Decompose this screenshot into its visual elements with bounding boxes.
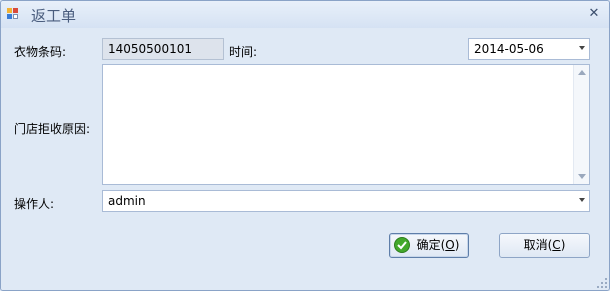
scroll-up-icon[interactable] [578, 70, 586, 75]
chevron-down-icon[interactable] [579, 198, 585, 202]
cancel-button-label: 取消(C) [523, 238, 566, 252]
operator-value: admin [108, 194, 146, 208]
form-area: 衣物条码: 14050500101 时间: 2014-05-06 门店拒收原因:… [1, 28, 609, 290]
close-button[interactable]: ✕ [585, 6, 603, 22]
time-label: 时间: [229, 45, 258, 59]
reason-textarea[interactable] [102, 64, 590, 185]
title-bar[interactable]: 返工单 ✕ [1, 1, 609, 28]
check-icon [394, 237, 410, 253]
ok-button[interactable]: 确定(O) [389, 233, 469, 258]
window-title: 返工单 [31, 7, 77, 25]
reason-scrollbar[interactable] [573, 65, 589, 184]
cancel-button[interactable]: 取消(C) [499, 233, 590, 258]
close-icon: ✕ [588, 6, 600, 21]
operator-dropdown[interactable]: admin [102, 190, 590, 212]
barcode-label: 衣物条码: [14, 45, 67, 59]
chevron-down-icon[interactable] [579, 46, 585, 50]
resize-grip-icon[interactable] [597, 278, 607, 288]
time-value: 2014-05-06 [474, 42, 544, 56]
operator-label: 操作人: [14, 197, 55, 211]
time-dropdown[interactable]: 2014-05-06 [468, 38, 590, 60]
dialog-window: 返工单 ✕ 衣物条码: 14050500101 时间: 2014-05-06 门… [0, 0, 610, 291]
app-icon [7, 8, 19, 20]
barcode-field[interactable]: 14050500101 [102, 38, 224, 60]
reason-label: 门店拒收原因: [14, 122, 91, 136]
scroll-down-icon[interactable] [578, 174, 586, 179]
barcode-value: 14050500101 [108, 42, 192, 56]
